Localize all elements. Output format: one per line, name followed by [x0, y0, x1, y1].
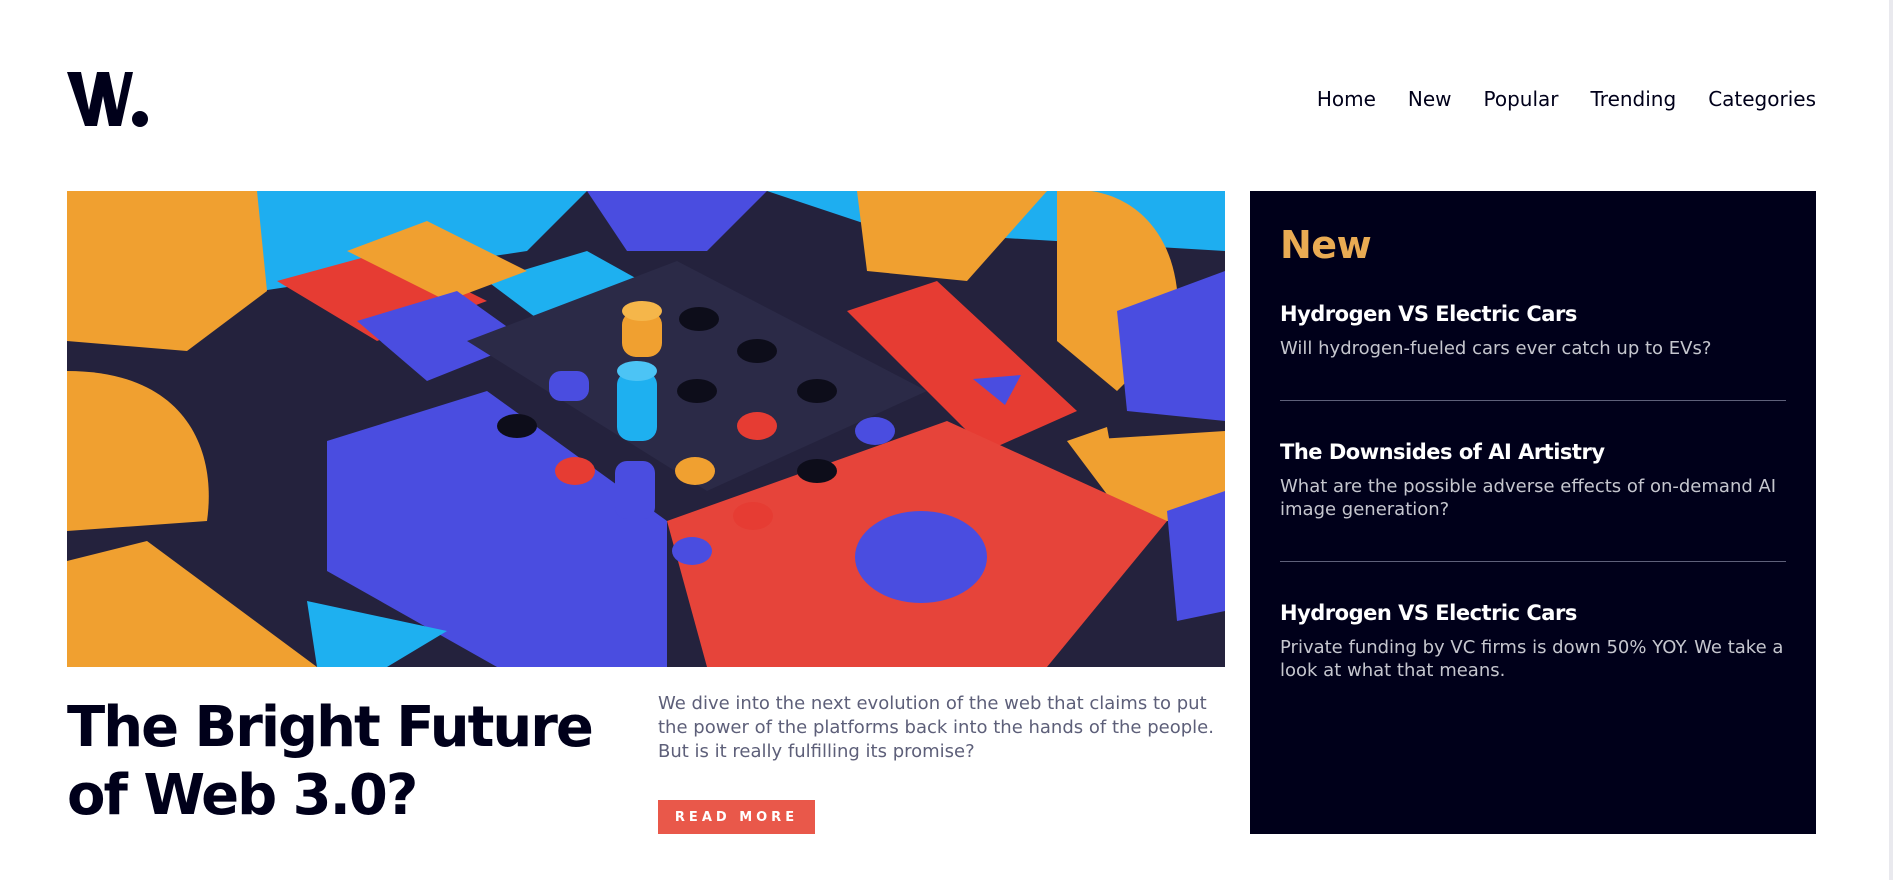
scrollbar[interactable] [1889, 0, 1893, 880]
nav-item-categories[interactable]: Categories [1708, 87, 1816, 111]
read-more-button[interactable]: READ MORE [658, 800, 815, 834]
hero-illustration [67, 191, 1225, 667]
new-sidebar: New Hydrogen VS Electric Cars Will hydro… [1250, 191, 1816, 834]
news-item-title[interactable]: Hydrogen VS Electric Cars [1280, 301, 1786, 327]
page: Home New Popular Trending Categories The… [0, 0, 1893, 880]
nav-item-home[interactable]: Home [1317, 87, 1376, 111]
news-item-description: Will hydrogen-fueled cars ever catch up … [1280, 338, 1712, 359]
news-item-description: What are the possible adverse effects of… [1280, 476, 1777, 520]
hero-image [67, 191, 1225, 667]
nav-item-trending[interactable]: Trending [1591, 87, 1677, 111]
list-item: The Downsides of AI Artistry What are th… [1280, 439, 1786, 562]
news-item-description: Private funding by VC firms is down 50% … [1280, 637, 1784, 681]
news-item-title[interactable]: The Downsides of AI Artistry [1280, 439, 1786, 465]
sidebar-title: New [1280, 223, 1372, 267]
site-header: Home New Popular Trending Categories [67, 60, 1816, 138]
nav-item-popular[interactable]: Popular [1484, 87, 1559, 111]
logo[interactable] [67, 70, 149, 128]
list-item: Hydrogen VS Electric Cars Will hydrogen-… [1280, 301, 1786, 401]
news-item-title[interactable]: Hydrogen VS Electric Cars [1280, 600, 1786, 626]
main-nav: Home New Popular Trending Categories [1317, 60, 1816, 138]
nav-item-new[interactable]: New [1408, 87, 1452, 111]
list-item: Hydrogen VS Electric Cars Private fundin… [1280, 600, 1786, 722]
hero-headline: The Bright Future of Web 3.0? [67, 695, 594, 828]
hero-summary: We dive into the next evolution of the w… [658, 693, 1214, 762]
